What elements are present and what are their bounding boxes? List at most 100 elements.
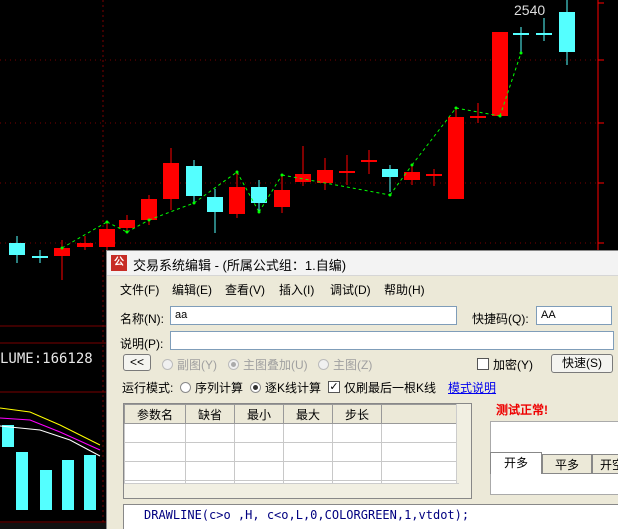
candle-body bbox=[186, 166, 202, 196]
table-row[interactable] bbox=[124, 423, 471, 443]
signal-point bbox=[498, 114, 502, 118]
radio-bar-mode-label: 逐K线计算 bbox=[265, 381, 322, 395]
quick-button[interactable]: 快速(S) bbox=[551, 354, 613, 373]
trading-system-editor-dialog: 公 交易系统编辑 - (所属公式组：1.自编) 文件(F) 编辑(E) 查看(V… bbox=[106, 250, 618, 529]
column-min[interactable]: 最小 bbox=[234, 404, 284, 424]
signal-point bbox=[410, 163, 414, 167]
tab-open-long[interactable]: 开多 bbox=[490, 452, 542, 474]
dialog-titlebar[interactable]: 公 交易系统编辑 - (所属公式组：1.自编) bbox=[107, 251, 618, 276]
candle-body bbox=[339, 171, 355, 173]
radio-subchart-label: 副图(Y) bbox=[177, 358, 217, 372]
mode-help-link[interactable]: 模式说明 bbox=[448, 379, 496, 396]
candle-body bbox=[426, 174, 442, 176]
volume-bar bbox=[2, 425, 14, 447]
candle-body bbox=[99, 229, 115, 247]
candle-body bbox=[229, 187, 245, 214]
test-status: 测试正常! bbox=[496, 403, 548, 417]
signal-point bbox=[257, 210, 261, 214]
formula-code-editor[interactable]: DRAWLINE(c>o ,H, c<o,L,0,COLORGREEN,1,vt… bbox=[123, 504, 618, 529]
menu-file[interactable]: 文件(F) bbox=[120, 281, 159, 298]
candle-body bbox=[492, 32, 508, 116]
candle-body bbox=[513, 33, 529, 35]
only-last-bar-label: 仅刷最后一根K线 bbox=[344, 381, 437, 395]
candle-body bbox=[9, 243, 25, 255]
candle-body bbox=[559, 12, 575, 52]
menu-help[interactable]: 帮助(H) bbox=[384, 281, 425, 298]
candle-body bbox=[32, 256, 48, 258]
radio-main[interactable] bbox=[318, 359, 329, 370]
only-last-bar-checkbox[interactable]: ✓ bbox=[328, 381, 340, 393]
menu-debug[interactable]: 调试(D) bbox=[330, 281, 371, 298]
candle-body bbox=[77, 243, 93, 247]
indicator-line bbox=[0, 407, 101, 446]
tab-open-short[interactable]: 开空 bbox=[592, 454, 618, 474]
volume-bar bbox=[16, 452, 28, 510]
signal-point bbox=[388, 193, 392, 197]
formula-code-line: DRAWLINE(c>o ,H, c<o,L,0,COLORGREEN,1,vt… bbox=[144, 508, 470, 522]
signal-point bbox=[125, 230, 129, 234]
candle-body bbox=[295, 174, 311, 182]
candle-body bbox=[207, 197, 223, 212]
indicator-line bbox=[0, 425, 101, 457]
column-default[interactable]: 缺省 bbox=[185, 404, 235, 424]
radio-bar-mode[interactable] bbox=[250, 382, 261, 393]
volume-bar bbox=[84, 455, 96, 510]
column-max[interactable]: 最大 bbox=[283, 404, 333, 424]
name-label: 名称(N): bbox=[120, 312, 164, 326]
signal-point bbox=[60, 246, 64, 250]
radio-main-label: 主图(Z) bbox=[333, 358, 373, 372]
signal-point bbox=[519, 51, 523, 55]
candle-body bbox=[470, 116, 486, 118]
candle-body bbox=[141, 199, 157, 220]
menu-bar: 文件(F) 编辑(E) 查看(V) 插入(I) 调试(D) 帮助(H) bbox=[107, 279, 618, 299]
candle-body bbox=[536, 33, 552, 35]
candle-body bbox=[448, 117, 464, 199]
candle-body bbox=[163, 163, 179, 199]
menu-edit[interactable]: 编辑(E) bbox=[172, 281, 212, 298]
table-row[interactable] bbox=[124, 461, 471, 481]
encrypt-label: 加密(Y) bbox=[493, 358, 533, 372]
run-mode-label: 运行模式: bbox=[122, 381, 174, 395]
dialog-title: 交易系统编辑 - (所属公式组：1.自编) bbox=[133, 258, 347, 273]
candle-body bbox=[382, 169, 398, 177]
bottom-strip bbox=[0, 523, 106, 529]
column-param-name[interactable]: 参数名 bbox=[124, 404, 186, 424]
radio-sequence-mode-label: 序列计算 bbox=[195, 381, 244, 395]
radio-main-overlay[interactable] bbox=[228, 359, 239, 370]
menu-insert[interactable]: 插入(I) bbox=[279, 281, 314, 298]
menu-view[interactable]: 查看(V) bbox=[225, 281, 265, 298]
signal-point bbox=[454, 106, 458, 110]
tab-close-long[interactable]: 平多 bbox=[542, 454, 592, 474]
indicator-line bbox=[0, 417, 101, 451]
volume-label: LUME:166128 bbox=[0, 351, 93, 367]
volume-bar bbox=[62, 460, 74, 510]
candle-body bbox=[274, 190, 290, 207]
column-step[interactable]: 步长 bbox=[332, 404, 382, 424]
encrypt-checkbox[interactable] bbox=[477, 358, 489, 370]
parameter-table[interactable]: 参数名 缺省 最小 最大 步长 bbox=[123, 403, 472, 499]
signal-point bbox=[235, 170, 239, 174]
parameter-header-row: 参数名 缺省 最小 最大 步长 bbox=[124, 404, 471, 424]
signal-point bbox=[147, 218, 151, 222]
candle-body bbox=[317, 170, 333, 183]
description-input[interactable] bbox=[170, 331, 614, 350]
app-icon: 公 bbox=[111, 255, 127, 271]
description-label: 说明(P): bbox=[120, 337, 164, 351]
table-horizontal-scrollbar[interactable] bbox=[124, 483, 459, 498]
signal-point bbox=[192, 201, 196, 205]
name-input[interactable]: aa bbox=[170, 306, 457, 325]
candle-body bbox=[251, 187, 267, 203]
radio-subchart[interactable] bbox=[162, 359, 173, 370]
table-row[interactable] bbox=[124, 442, 471, 462]
candle-body bbox=[404, 172, 420, 180]
volume-bar bbox=[40, 470, 52, 510]
candle-body bbox=[361, 160, 377, 162]
candle-body bbox=[119, 220, 135, 228]
radio-main-overlay-label: 主图叠加(U) bbox=[243, 358, 308, 372]
price-label: 2540 bbox=[514, 2, 546, 18]
shortcut-label: 快捷码(Q): bbox=[472, 312, 529, 326]
shortcut-input[interactable]: AA bbox=[536, 306, 612, 325]
collapse-button[interactable]: << bbox=[123, 354, 151, 371]
radio-sequence-mode[interactable] bbox=[180, 382, 191, 393]
signal-point bbox=[280, 173, 284, 177]
